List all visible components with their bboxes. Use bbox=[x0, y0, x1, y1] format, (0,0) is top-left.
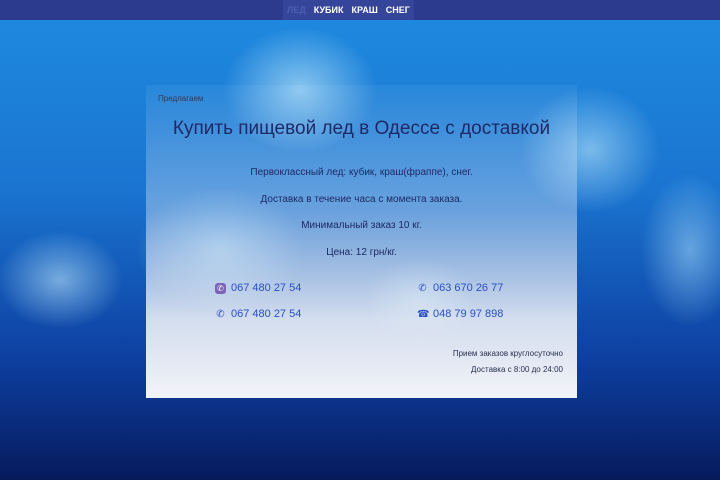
description-line: Первоклассный лед: кубик, краш(фраппе), … bbox=[250, 167, 473, 178]
phone-number[interactable]: 067 480 27 54 bbox=[231, 308, 301, 320]
nav-item-snow[interactable]: СНЕГ bbox=[382, 0, 414, 20]
page-title: Купить пищевой лед в Одессе с доставкой bbox=[172, 118, 551, 139]
telephone-icon: ☎ bbox=[417, 308, 430, 320]
phone-icon: ✆ bbox=[216, 308, 225, 320]
phone-link[interactable]: ✆ 067 480 27 54 bbox=[215, 282, 301, 294]
viber-icon: ✆ bbox=[215, 282, 226, 294]
nav-item-cube[interactable]: КУБИК bbox=[310, 0, 348, 20]
phone-icon: ✆ bbox=[418, 282, 427, 294]
intro-text: Предлагаем bbox=[158, 94, 204, 103]
nav-item-ice[interactable]: ЛЕД bbox=[283, 0, 310, 20]
delivery-hours-text: Доставка с 8:00 до 24:00 bbox=[471, 365, 563, 374]
price-line: Цена: 12 грн/кг. bbox=[326, 247, 397, 258]
phone-number[interactable]: 067 480 27 54 bbox=[231, 282, 301, 294]
phone-number[interactable]: 048 79 97 898 bbox=[433, 308, 503, 320]
phone-link[interactable]: ☎ 048 79 97 898 bbox=[417, 308, 503, 320]
nav-menu: ЛЕД КУБИК КРАШ СНЕГ bbox=[283, 0, 414, 20]
phone-number[interactable]: 063 670 26 77 bbox=[433, 282, 503, 294]
nav-item-crush[interactable]: КРАШ bbox=[347, 0, 381, 20]
top-nav: ЛЕД КУБИК КРАШ СНЕГ bbox=[0, 0, 720, 20]
hours-text: Прием заказов круглосуточно bbox=[452, 349, 563, 358]
description-line: Доставка в течение часа с момента заказа… bbox=[260, 194, 463, 205]
phone-link[interactable]: ✆ 063 670 26 77 bbox=[417, 282, 503, 294]
phone-link[interactable]: ✆ 067 480 27 54 bbox=[215, 308, 301, 320]
content-panel: Предлагаем Купить пищевой лед в Одессе с… bbox=[146, 85, 577, 398]
description-line: Минимальный заказ 10 кг. bbox=[301, 220, 422, 231]
